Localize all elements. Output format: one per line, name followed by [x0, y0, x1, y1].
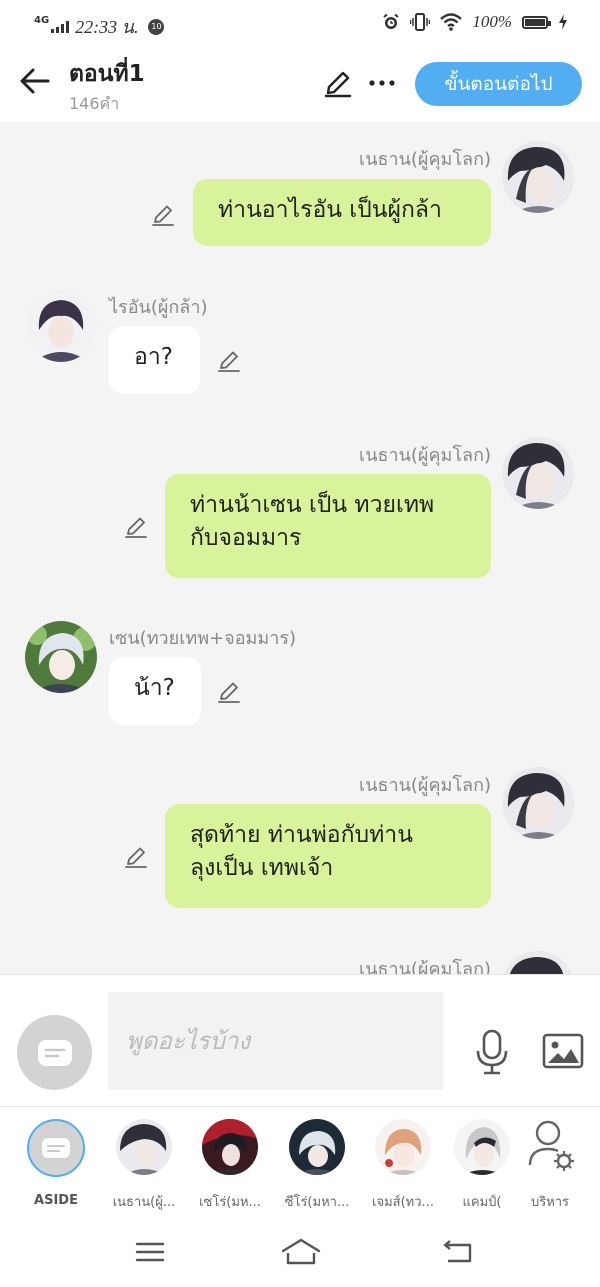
aside-avatar — [27, 1119, 85, 1177]
app-header: ตอนที่1 146คำ ขั้นตอนต่อไป — [0, 46, 600, 122]
character-selector: ASIDE เนธาน(ผู้... เซโร่(มห... ซีโร่(มหา… — [0, 1107, 600, 1217]
message-bubble[interactable]: สุดท้าย ท่านพ่อกับท่าน ลุงเป็น เทพเจ้า — [165, 804, 491, 908]
avatar-nathan[interactable] — [502, 767, 574, 839]
character-label: ASIDE — [34, 1193, 78, 1208]
aside-note-icon — [37, 1039, 72, 1066]
home-icon[interactable] — [280, 1237, 322, 1267]
avatar — [375, 1119, 431, 1175]
vibrate-icon — [410, 13, 431, 31]
composer-bar — [0, 974, 600, 1107]
edit-pencil-icon[interactable] — [216, 348, 242, 374]
character-label: ซีโร่(มหา... — [284, 1195, 350, 1210]
character-label: เซโร่(มห... — [199, 1195, 261, 1210]
speaker-name: เนธาน(ผู้คุมโลก) — [359, 775, 491, 796]
microphone-icon[interactable] — [474, 1029, 510, 1075]
clock: 22:33 น. — [75, 17, 139, 37]
word-count: 146คำ — [69, 94, 120, 113]
wifi-icon — [440, 13, 463, 31]
message-bubble[interactable]: ท่านอาไรอัน เป็นผู้กล้า — [193, 179, 491, 246]
edit-pencil-icon[interactable] — [123, 514, 149, 540]
character-aside[interactable]: ASIDE — [16, 1119, 96, 1208]
character-label: เจมส์(ทว... — [372, 1195, 434, 1210]
avatar — [454, 1119, 510, 1175]
menu-icon[interactable] — [132, 1237, 168, 1267]
avatar-zen[interactable] — [25, 621, 97, 693]
character-item[interactable]: เนธาน(ผู้... — [104, 1119, 184, 1212]
aside-toggle-button[interactable] — [17, 1015, 92, 1090]
message-bubble[interactable]: อา? — [109, 326, 200, 394]
speaker-name: เนธาน(ผู้คุมโลก) — [359, 959, 491, 974]
chat-area[interactable]: เนธาน(ผู้คุมโลก) ท่านอาไรอัน เป็นผู้กล้า… — [0, 122, 600, 974]
character-label: เนธาน(ผู้... — [112, 1195, 176, 1210]
character-item[interactable]: ซีโร่(มหา... — [277, 1119, 357, 1212]
speaker-name: ไรอัน(ผู้กล้า) — [109, 297, 208, 318]
message-input[interactable] — [108, 992, 443, 1090]
avatar-nathan[interactable] — [502, 951, 574, 974]
signal-icon — [51, 20, 70, 33]
alarm-icon — [383, 13, 399, 29]
page-title: ตอนที่1 — [69, 61, 145, 87]
avatar-ryan[interactable] — [25, 290, 97, 362]
back-nav-icon[interactable] — [440, 1237, 476, 1267]
network-type: 4G — [34, 15, 50, 26]
character-manage[interactable]: บริหาร — [510, 1119, 590, 1212]
status-bar: 4G 22:33 น. 10 100% — [0, 0, 600, 46]
edit-pencil-icon[interactable] — [216, 679, 242, 705]
system-nav-bar — [0, 1217, 600, 1287]
avatar — [289, 1119, 345, 1175]
character-item[interactable]: เจมส์(ทว... — [363, 1119, 443, 1212]
avatar — [116, 1119, 172, 1175]
image-upload-icon[interactable] — [542, 1033, 584, 1069]
avatar-nathan[interactable] — [502, 437, 574, 509]
edit-pencil-icon[interactable] — [150, 202, 176, 228]
speaker-name: เนธาน(ผู้คุมโลก) — [359, 149, 491, 170]
speaker-name: เซน(ทวยเทพ+จอมมาร) — [109, 628, 297, 649]
battery-percent: 100% — [472, 12, 512, 31]
battery-icon — [522, 15, 551, 29]
notification-badge: 10 — [148, 18, 165, 35]
next-step-button[interactable]: ขั้นตอนต่อไป — [415, 62, 582, 106]
back-arrow-icon[interactable] — [18, 64, 52, 98]
avatar — [202, 1119, 258, 1175]
more-options-icon[interactable] — [368, 70, 396, 96]
message-bubble[interactable]: ท่านน้าเซน เป็น ทวยเทพ กับจอมมาร — [165, 474, 491, 578]
edit-pencil-icon[interactable] — [123, 844, 149, 870]
character-label: บริหาร — [530, 1195, 570, 1210]
manage-characters-icon — [522, 1119, 578, 1175]
speaker-name: เนธาน(ผู้คุมโลก) — [359, 445, 491, 466]
charging-icon — [559, 14, 567, 30]
character-item[interactable]: เซโร่(มห... — [190, 1119, 270, 1212]
message-bubble[interactable]: น้า? — [109, 657, 201, 725]
avatar-nathan[interactable] — [502, 141, 574, 213]
edit-pencil-icon[interactable] — [322, 68, 354, 100]
